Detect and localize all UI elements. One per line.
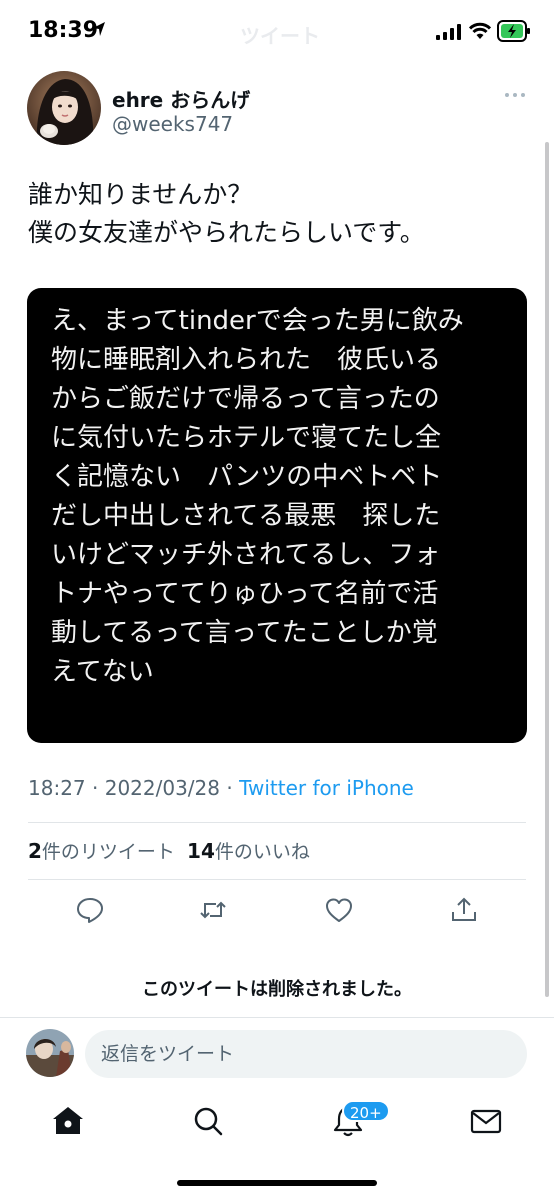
- location-arrow-icon: [93, 22, 105, 36]
- author-handle[interactable]: @weeks747: [112, 112, 233, 136]
- battery-charging-icon: [497, 20, 530, 42]
- retweet-label[interactable]: 件のリツイート: [42, 841, 175, 863]
- image-text-line: に気付いたらホテルで寝てたし全: [51, 423, 442, 453]
- tweet-time: 18:27: [28, 776, 86, 800]
- tweet-text: 誰か知りませんか？ 僕の女友達がやられたらしいです。: [28, 176, 528, 252]
- more-options-icon[interactable]: [500, 84, 530, 104]
- author-display-name[interactable]: ehre おらんげ: [112, 84, 250, 113]
- like-heart-icon[interactable]: [324, 895, 354, 925]
- notification-badge: 20+: [342, 1100, 390, 1122]
- tweet-stats: 2件のリツイート 14件のいいね: [28, 837, 310, 864]
- cellular-signal-icon: [436, 24, 461, 40]
- share-icon[interactable]: [449, 895, 479, 925]
- divider: [28, 822, 526, 823]
- divider: [0, 1017, 554, 1018]
- status-bar: 18:39 ツイート: [0, 0, 554, 64]
- messages-envelope-icon[interactable]: [468, 1103, 504, 1139]
- divider: [28, 879, 526, 880]
- image-text-line: いけどマッチ外されてるし、フォ: [51, 540, 441, 570]
- tweet-text-line: 僕の女友達がやられたらしいです。: [28, 218, 425, 247]
- home-indicator[interactable]: [177, 1180, 377, 1186]
- image-text-line: トナやっててりゅひって名前で活: [51, 579, 439, 609]
- image-text-line: く記憶ない パンツの中ベトベト: [51, 462, 443, 492]
- image-text-line: 物に睡眠剤入れられた 彼氏いる: [51, 345, 442, 375]
- search-icon[interactable]: [190, 1103, 226, 1139]
- retweet-icon[interactable]: [198, 895, 228, 925]
- image-text-line: えてない: [51, 657, 154, 687]
- like-label[interactable]: 件のいいね: [215, 841, 310, 863]
- tweet-date: 2022/03/28: [104, 776, 220, 800]
- wifi-icon: [469, 22, 491, 39]
- reply-input[interactable]: [85, 1030, 527, 1078]
- tweet-image[interactable]: え、まってtinderで会った男に飲み 物に睡眠剤入れられた 彼氏いる からご飯…: [27, 288, 527, 743]
- tweet-timestamp: 18:27 · 2022/03/28 · Twitter for iPhone: [28, 776, 414, 800]
- author-avatar[interactable]: [27, 71, 101, 145]
- tweet-source-link[interactable]: Twitter for iPhone: [239, 776, 414, 800]
- image-text-line: からご飯だけで帰るって言ったの: [51, 384, 440, 414]
- image-text-line: え、まってtinderで会った男に飲み: [51, 306, 464, 336]
- meta-separator: ·: [92, 776, 99, 800]
- my-avatar[interactable]: [26, 1029, 74, 1077]
- home-icon[interactable]: [50, 1103, 86, 1139]
- ghost-header-title: ツイート: [240, 24, 320, 48]
- deleted-tweet-notice: このツイートは削除されました。: [142, 979, 412, 1000]
- status-time: 18:39: [28, 18, 99, 43]
- retweet-count[interactable]: 2: [28, 839, 42, 863]
- tweet-text-line: 誰か知りませんか？: [28, 180, 253, 209]
- image-text-line: だし中出しされてる最悪 探した: [51, 501, 441, 531]
- meta-separator: ·: [226, 776, 233, 800]
- scrollbar[interactable]: [545, 142, 549, 997]
- reply-icon[interactable]: [75, 895, 105, 925]
- like-count[interactable]: 14: [187, 839, 215, 863]
- image-text-line: 動してるって言ってたことしか覚: [51, 618, 438, 648]
